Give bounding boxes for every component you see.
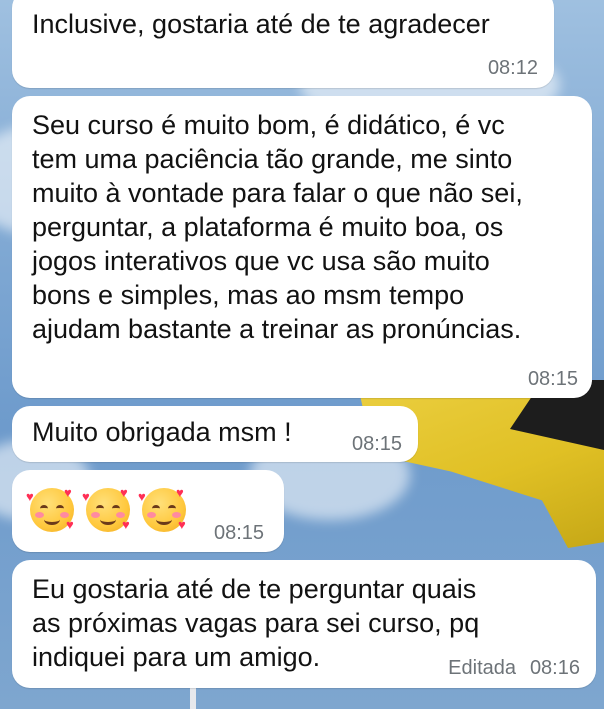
message-bubble[interactable]: Inclusive, gostaria até de te agradecer … (12, 0, 554, 88)
message-bubble[interactable]: Seu curso é muito bom, é didático, é vc … (12, 96, 592, 398)
smiling-face-with-hearts-icon: ♥ ♥ ♥ (138, 485, 186, 532)
message-text: Seu curso é muito bom, é didático, é vc … (32, 110, 523, 344)
message-time: 08:15 (352, 433, 403, 455)
smiling-face-with-hearts-icon: ♥ ♥ ♥ (26, 485, 74, 532)
message-bubble[interactable]: Eu gostaria até de te perguntar quais as… (12, 560, 596, 688)
message-bubble[interactable]: ♥ ♥ ♥ ♥ ♥ ♥ ♥ ♥ ♥ 08:15 (12, 470, 284, 552)
message-time: 08:16 (529, 657, 580, 679)
edited-label: Editada (448, 657, 516, 679)
message-time: 08:12 (487, 57, 538, 79)
message-time: 08:15 (214, 522, 265, 544)
smiling-face-with-hearts-icon: ♥ ♥ ♥ (82, 485, 130, 532)
message-time: 08:15 (527, 368, 578, 390)
message-text: Muito obrigada msm ! (32, 417, 292, 447)
message-text: Inclusive, gostaria até de te agradecer (32, 9, 490, 39)
message-text: Eu gostaria até de te perguntar quais as… (32, 574, 480, 672)
message-bubble[interactable]: Muito obrigada msm ! 08:15 (12, 406, 418, 462)
flagpole (190, 688, 196, 709)
